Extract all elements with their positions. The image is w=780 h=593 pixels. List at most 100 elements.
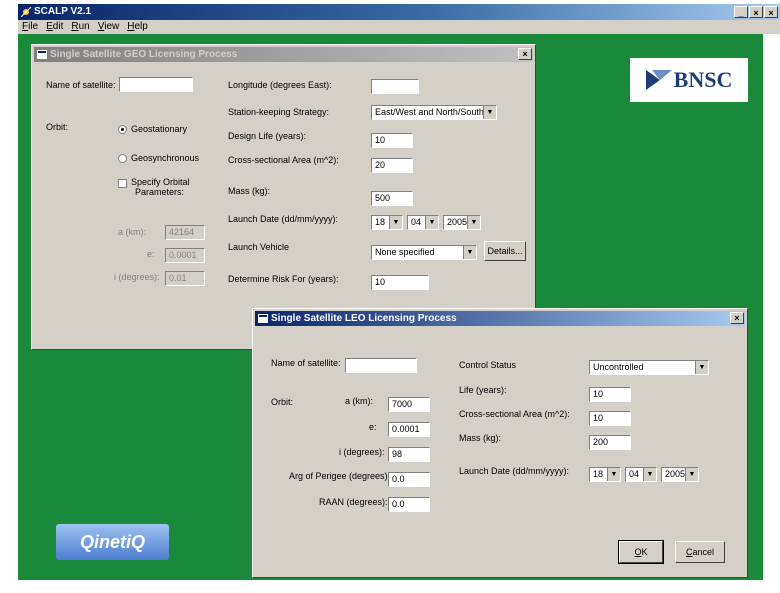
leo-e-label: e: bbox=[369, 422, 377, 432]
dialog-icon bbox=[37, 50, 47, 59]
geo-name-input[interactable] bbox=[119, 77, 193, 92]
geo-day-select[interactable]: 18 ▼ bbox=[371, 215, 403, 230]
geo-i-input[interactable]: 0.01 bbox=[165, 271, 205, 286]
leo-mass-input[interactable]: 200 bbox=[589, 435, 631, 450]
geo-risk-input[interactable]: 10 bbox=[371, 275, 429, 290]
leo-month-select[interactable]: 04 ▼ bbox=[625, 467, 657, 482]
leo-area-label: Cross-sectional Area (m^2): bbox=[459, 409, 570, 419]
geo-radio-geosynchronous-label: Geosynchronous bbox=[131, 153, 200, 163]
maximize-button[interactable]: × bbox=[749, 6, 763, 18]
geo-e-label: e: bbox=[147, 249, 155, 259]
leo-i-label: i (degrees): bbox=[339, 447, 385, 457]
geo-mass-input[interactable]: 500 bbox=[371, 191, 413, 206]
dropdown-arrow-icon: ▼ bbox=[483, 106, 496, 119]
menu-edit[interactable]: Edit bbox=[46, 20, 63, 34]
leo-perigee-input[interactable]: 0.0 bbox=[388, 472, 430, 487]
geo-radio-geostationary[interactable] bbox=[118, 125, 127, 134]
qinetiq-logo: QinetiQ bbox=[56, 524, 169, 560]
bnsc-logo: BNSC bbox=[630, 58, 748, 102]
minimize-button[interactable]: _ bbox=[734, 6, 748, 18]
leo-dialog-title-bar: Single Satellite LEO Licensing Process × bbox=[255, 311, 745, 326]
leo-area-input[interactable]: 10 bbox=[589, 411, 631, 426]
dropdown-arrow-icon: ▼ bbox=[643, 468, 656, 481]
leo-raan-input[interactable]: 0.0 bbox=[388, 497, 430, 512]
geo-year-select[interactable]: 2005 ▼ bbox=[443, 215, 481, 230]
app-title-bar: SCALP V2.1 _ × × bbox=[18, 4, 780, 20]
bnsc-logo-text: BNSC bbox=[673, 67, 733, 92]
geo-year-value: 2005 bbox=[447, 217, 468, 227]
geo-a-input[interactable]: 42164 bbox=[165, 225, 205, 240]
dropdown-arrow-icon: ▼ bbox=[389, 216, 402, 229]
app-icon bbox=[21, 7, 31, 17]
geo-stationkeeping-value: East/West and North/South bbox=[375, 107, 484, 117]
leo-i-input[interactable]: 98 bbox=[388, 447, 430, 462]
leo-name-label: Name of satellite: bbox=[271, 358, 341, 368]
geo-design-life-label: Design Life (years): bbox=[228, 131, 307, 141]
menu-run[interactable]: Run bbox=[71, 20, 89, 34]
leo-name-input[interactable] bbox=[345, 358, 417, 373]
dialog-icon bbox=[258, 314, 268, 323]
geo-close-icon[interactable]: × bbox=[518, 48, 532, 60]
geo-i-label: i (degrees): bbox=[114, 272, 160, 282]
app-title: SCALP V2.1 bbox=[34, 6, 92, 17]
geo-area-input[interactable]: 20 bbox=[371, 158, 413, 173]
leo-dialog-title: Single Satellite LEO Licensing Process bbox=[271, 313, 457, 324]
leo-year-select[interactable]: 2005 ▼ bbox=[661, 467, 699, 482]
leo-orbit-label: Orbit: bbox=[271, 397, 294, 407]
leo-e-input[interactable]: 0.0001 bbox=[388, 422, 430, 437]
geo-longitude-input[interactable] bbox=[371, 79, 419, 94]
leo-raan-label: RAAN (degrees): bbox=[319, 497, 388, 507]
dropdown-arrow-icon: ▼ bbox=[607, 468, 620, 481]
menu-file[interactable]: File bbox=[22, 20, 38, 34]
leo-control-label: Control Status bbox=[459, 360, 517, 370]
leo-a-input[interactable]: 7000 bbox=[388, 397, 430, 412]
geo-stationkeeping-select[interactable]: East/West and North/South ▼ bbox=[371, 105, 497, 120]
menu-bar: File Edit Run View Help bbox=[18, 20, 780, 34]
leo-day-value: 18 bbox=[593, 469, 604, 479]
dropdown-arrow-icon: ▼ bbox=[685, 468, 698, 481]
leo-control-select[interactable]: Uncontrolled ▼ bbox=[589, 360, 709, 375]
geo-launch-date-label: Launch Date (dd/mm/yyyy): bbox=[228, 214, 339, 224]
menu-help[interactable]: Help bbox=[127, 20, 148, 34]
geo-design-life-input[interactable]: 10 bbox=[371, 133, 413, 148]
geo-month-select[interactable]: 04 ▼ bbox=[407, 215, 439, 230]
mdi-workspace: BNSC QinetiQ Single Satellite GEO Licens… bbox=[18, 34, 763, 580]
close-button[interactable]: × bbox=[764, 6, 778, 18]
geo-radio-geostationary-label: Geostationary bbox=[131, 124, 188, 134]
geo-month-value: 04 bbox=[411, 217, 422, 227]
leo-life-label: Life (years): bbox=[459, 385, 507, 395]
leo-month-value: 04 bbox=[629, 469, 640, 479]
leo-a-label: a (km): bbox=[345, 396, 373, 406]
leo-launch-date-label: Launch Date (dd/mm/yyyy): bbox=[459, 466, 570, 476]
geo-dialog: Single Satellite GEO Licensing Process ×… bbox=[31, 44, 536, 350]
cancel-button[interactable]: Cancel bbox=[675, 541, 725, 563]
geo-launch-vehicle-select[interactable]: None specified ▼ bbox=[371, 245, 477, 260]
geo-a-label: a (km): bbox=[118, 227, 146, 237]
geo-dialog-title: Single Satellite GEO Licensing Process bbox=[50, 49, 238, 60]
menu-view[interactable]: View bbox=[98, 20, 120, 34]
leo-year-value: 2005 bbox=[665, 469, 686, 479]
geo-launch-vehicle-value: None specified bbox=[375, 247, 435, 257]
geo-specify-params-label-2: Parameters: bbox=[135, 187, 185, 197]
geo-specify-params-checkbox[interactable] bbox=[118, 179, 127, 188]
leo-close-icon[interactable]: × bbox=[730, 312, 744, 324]
geo-mass-label: Mass (kg): bbox=[228, 186, 271, 196]
dropdown-arrow-icon: ▼ bbox=[425, 216, 438, 229]
bnsc-logo-mark-icon bbox=[645, 70, 672, 90]
dropdown-arrow-icon: ▼ bbox=[695, 361, 708, 374]
geo-area-label: Cross-sectional Area (m^2): bbox=[228, 155, 339, 165]
geo-risk-label: Determine Risk For (years): bbox=[228, 274, 339, 284]
geo-e-input[interactable]: 0.0001 bbox=[165, 248, 205, 263]
ok-button[interactable]: OK bbox=[618, 540, 664, 564]
geo-day-value: 18 bbox=[375, 217, 386, 227]
window-controls: _ × × bbox=[734, 6, 778, 18]
geo-details-button[interactable]: Details... bbox=[484, 241, 526, 261]
geo-radio-geosynchronous[interactable] bbox=[118, 154, 127, 163]
geo-specify-params-label-1: Specify Orbital bbox=[131, 177, 190, 187]
leo-life-input[interactable]: 10 bbox=[589, 387, 631, 402]
leo-perigee-label: Arg of Perigee (degrees): bbox=[289, 471, 391, 481]
geo-stationkeeping-label: Station-keeping Strategy: bbox=[228, 107, 330, 117]
leo-day-select[interactable]: 18 ▼ bbox=[589, 467, 621, 482]
geo-dialog-title-bar: Single Satellite GEO Licensing Process × bbox=[34, 47, 533, 62]
dropdown-arrow-icon: ▼ bbox=[467, 216, 480, 229]
